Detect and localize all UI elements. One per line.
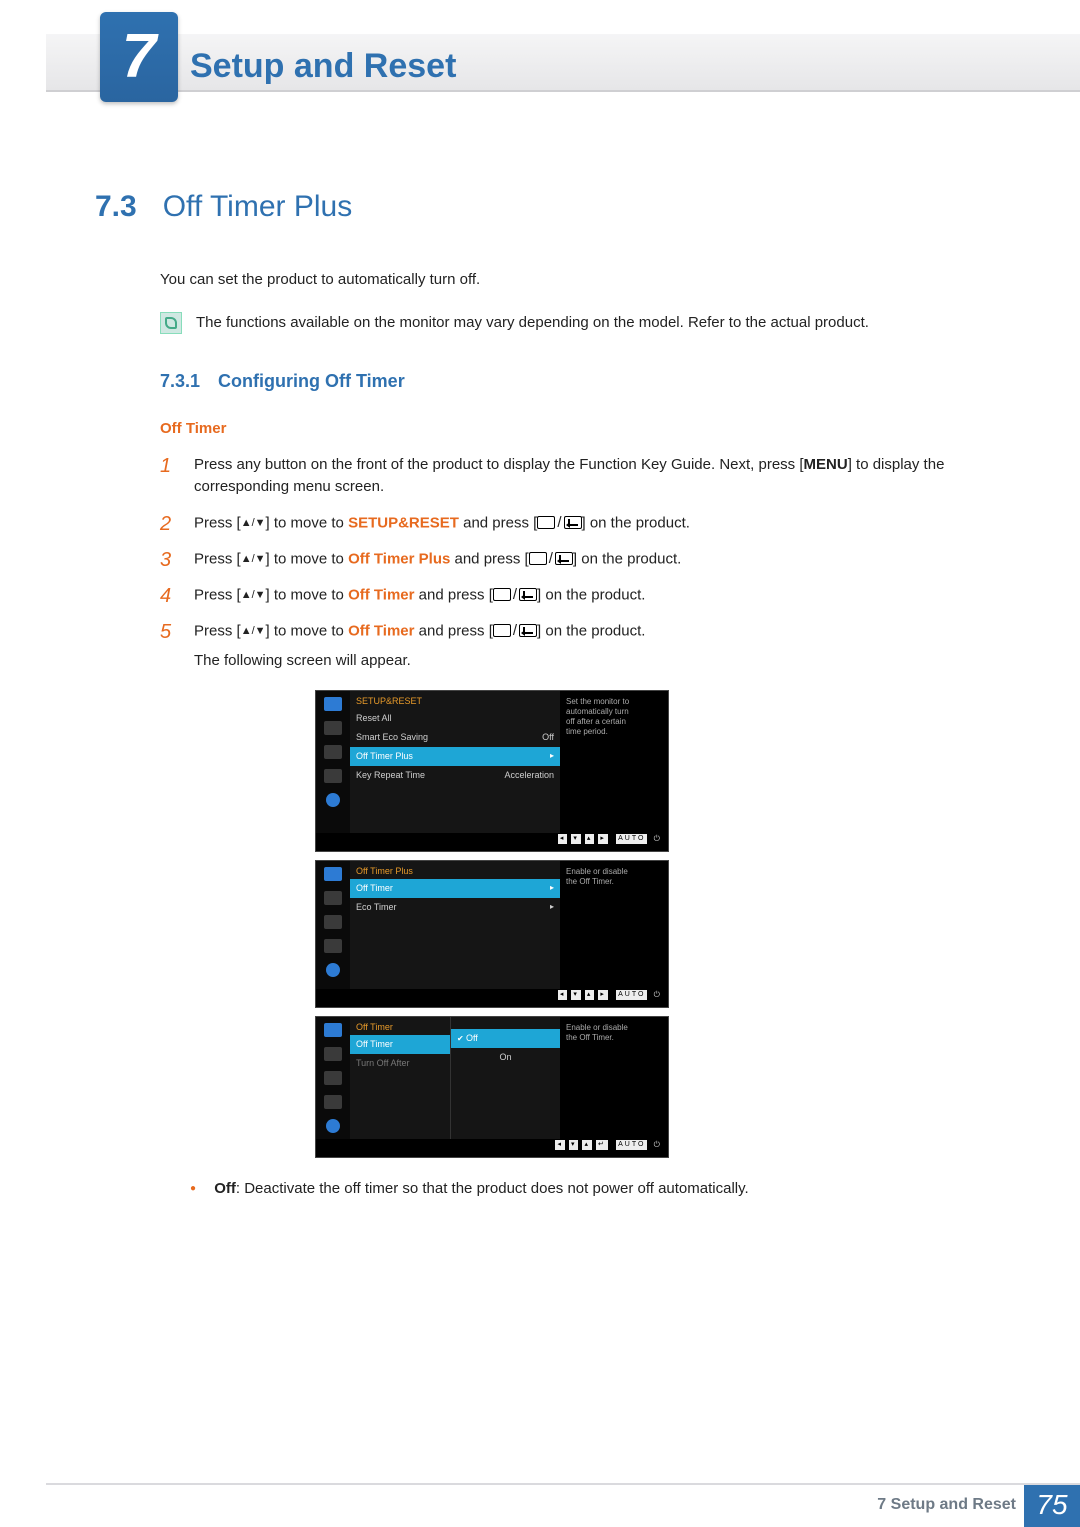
- step-text: ] to move to: [266, 514, 349, 531]
- osd-auto: AUTO: [616, 834, 647, 844]
- osd-option-selected: Off: [451, 1029, 560, 1048]
- menu-keyword: MENU: [804, 456, 848, 473]
- keyword: Off Timer Plus: [348, 550, 450, 567]
- procedure-steps: Press any button on the front of the pro…: [160, 454, 985, 672]
- step-3: Press [▲/▼] to move to Off Timer Plus an…: [160, 548, 985, 570]
- osd-option: On: [451, 1048, 560, 1067]
- osd-item: Reset All: [356, 712, 392, 725]
- osd-value: Off: [542, 731, 554, 744]
- osd-item-selected: Off Timer: [356, 1038, 393, 1051]
- osd-arrow: ▸: [550, 750, 554, 763]
- page-header: 7 Setup and Reset: [0, 0, 1080, 105]
- chapter-number-badge: 7: [100, 12, 178, 102]
- step-text: Press [: [194, 586, 241, 603]
- osd-item: Key Repeat Time: [356, 769, 425, 782]
- osd-menu-title: Off Timer Plus: [350, 861, 560, 879]
- osd-item: Turn Off After: [356, 1057, 410, 1070]
- osd-iconstrip: [316, 691, 350, 833]
- section-intro: You can set the product to automatically…: [160, 269, 985, 291]
- step-text: Press [: [194, 550, 241, 567]
- bullet-off: ● Off: Deactivate the off timer so that …: [190, 1178, 985, 1200]
- step-2: Press [▲/▼] to move to SETUP&RESET and p…: [160, 512, 985, 534]
- step-text: ] on the product.: [582, 514, 690, 531]
- page-number: 75: [1024, 1483, 1080, 1527]
- select-icon: /: [493, 620, 537, 642]
- step-text: ] to move to: [266, 586, 349, 603]
- step-text: Press [: [194, 514, 241, 531]
- osd-navbar: ◂▾▴▸ AUTO ⏻: [316, 989, 668, 1007]
- section-title: Off Timer Plus: [163, 185, 353, 229]
- osd-screenshot-1: SETUP&RESET Reset All Smart Eco Saving Of…: [315, 690, 669, 852]
- select-icon: /: [529, 548, 573, 570]
- note-text: The functions available on the monitor m…: [196, 312, 869, 334]
- osd-navbar: ◂▾▴▸ AUTO ⏻: [316, 833, 668, 851]
- osd-screenshot-3: Off Timer Off Timer Turn Off After Off O…: [315, 1016, 669, 1158]
- step-text: and press [: [414, 586, 492, 603]
- note-icon: [160, 312, 182, 334]
- chapter-title: Setup and Reset: [190, 42, 456, 91]
- osd-navbar: ◂▾▴↵ AUTO ⏻: [316, 1139, 668, 1157]
- select-icon: /: [537, 512, 581, 534]
- updown-icon: ▲/▼: [241, 516, 266, 532]
- osd-item-selected: Off Timer: [356, 882, 393, 895]
- step-text: and press [: [459, 514, 537, 531]
- osd-help-text: Enable or disable the Off Timer.: [560, 1017, 638, 1139]
- select-icon: /: [493, 584, 537, 606]
- osd-iconstrip: [316, 1017, 350, 1139]
- keyword: Off: [214, 1180, 236, 1197]
- step-text: ] on the product.: [573, 550, 681, 567]
- bullet-icon: ●: [190, 1183, 196, 1194]
- bullet-text: : Deactivate the off timer so that the p…: [236, 1180, 749, 1197]
- osd-menu-title: Off Timer: [350, 1017, 450, 1035]
- keyword: Off Timer: [348, 622, 414, 639]
- step-text: and press [: [414, 622, 492, 639]
- osd-arrow: ▸: [550, 882, 554, 895]
- subsection-number: 7.3.1: [160, 368, 200, 394]
- keyword: SETUP&RESET: [348, 514, 459, 531]
- section-number: 7.3: [95, 185, 137, 229]
- step-text: Press [: [194, 622, 241, 639]
- updown-icon: ▲/▼: [241, 624, 266, 640]
- osd-item: Eco Timer: [356, 901, 397, 914]
- osd-arrow: ▸: [550, 901, 554, 914]
- updown-icon: ▲/▼: [241, 552, 266, 568]
- osd-item: Smart Eco Saving: [356, 731, 428, 744]
- step-text: ] to move to: [266, 622, 349, 639]
- step-1: Press any button on the front of the pro…: [160, 454, 985, 498]
- osd-auto: AUTO: [616, 990, 647, 1000]
- step-text: ] on the product.: [537, 622, 645, 639]
- osd-help-text: Set the monitor to automatically turn of…: [560, 691, 638, 833]
- heading4: Off Timer: [160, 418, 985, 440]
- osd-menu-title: SETUP&RESET: [350, 691, 560, 709]
- step-text: and press [: [450, 550, 528, 567]
- subsection-title: Configuring Off Timer: [218, 368, 405, 394]
- step-text: ] to move to: [266, 550, 349, 567]
- keyword: Off Timer: [348, 586, 414, 603]
- osd-auto: AUTO: [616, 1140, 647, 1150]
- footer-chapter-label: 7 Setup and Reset: [877, 1493, 1016, 1516]
- osd-item-selected: Off Timer Plus: [356, 750, 413, 763]
- osd-iconstrip: [316, 861, 350, 989]
- updown-icon: ▲/▼: [241, 588, 266, 604]
- step-5: Press [▲/▼] to move to Off Timer and pre…: [160, 620, 985, 672]
- page-footer: 7 Setup and Reset 75: [0, 1483, 1080, 1527]
- osd-help-text: Enable or disable the Off Timer.: [560, 861, 638, 989]
- step-4: Press [▲/▼] to move to Off Timer and pre…: [160, 584, 985, 606]
- step-text: ] on the product.: [537, 586, 645, 603]
- step-text: The following screen will appear.: [194, 652, 411, 669]
- osd-value: Acceleration: [504, 769, 554, 782]
- step-text: Press any button on the front of the pro…: [194, 456, 804, 473]
- osd-screenshot-2: Off Timer Plus Off Timer ▸ Eco Timer ▸ Ena…: [315, 860, 669, 1008]
